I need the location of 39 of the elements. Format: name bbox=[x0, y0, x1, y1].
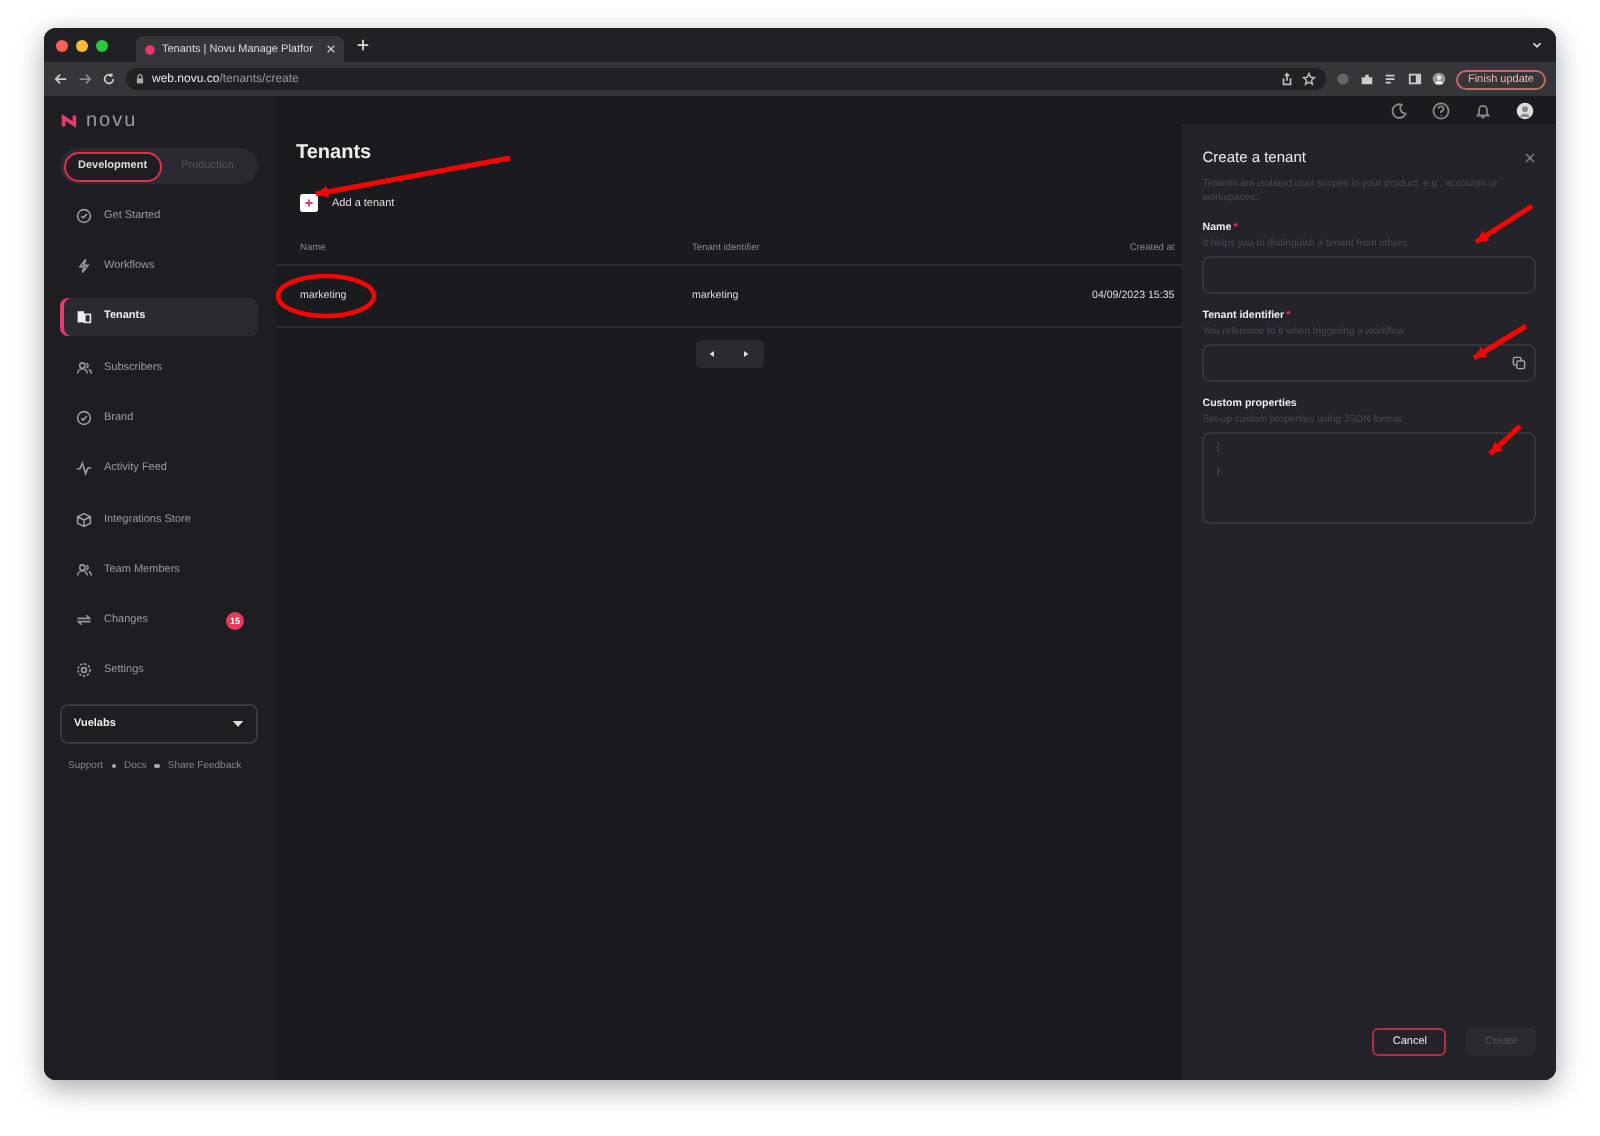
lock-icon bbox=[136, 74, 144, 84]
next-page-icon[interactable] bbox=[740, 348, 753, 360]
box-icon bbox=[76, 511, 92, 528]
bolt-icon bbox=[76, 258, 92, 275]
chevron-down-icon[interactable] bbox=[1530, 38, 1544, 52]
sidebar-icon[interactable] bbox=[1407, 72, 1422, 86]
separator-dot bbox=[154, 763, 160, 769]
users-icon bbox=[76, 561, 92, 578]
help-icon[interactable] bbox=[1432, 101, 1450, 119]
pulse-icon bbox=[76, 460, 92, 477]
building-icon bbox=[76, 308, 92, 325]
moon-icon[interactable] bbox=[1390, 101, 1408, 119]
gear-icon bbox=[76, 662, 92, 679]
check-icon bbox=[76, 207, 92, 224]
annotation-arrow bbox=[1472, 323, 1528, 361]
logo-text: novu bbox=[86, 109, 138, 131]
back-icon[interactable] bbox=[54, 72, 68, 86]
users-icon bbox=[76, 359, 92, 376]
caret-icon bbox=[232, 719, 244, 728]
annotation-arrow bbox=[1488, 424, 1522, 456]
separator-dot bbox=[111, 763, 117, 769]
swap-icon bbox=[76, 612, 92, 629]
plus-icon bbox=[300, 194, 318, 212]
reload-icon[interactable] bbox=[102, 72, 116, 86]
bell-icon[interactable] bbox=[1474, 101, 1492, 119]
copy-icon[interactable] bbox=[1512, 356, 1526, 370]
avatar-icon[interactable] bbox=[1431, 72, 1446, 86]
page-title: Tenants bbox=[296, 142, 374, 164]
avatar-icon[interactable] bbox=[1516, 101, 1534, 119]
close-icon[interactable] bbox=[1524, 151, 1536, 163]
close-icon[interactable] bbox=[326, 44, 336, 54]
new-tab-icon[interactable] bbox=[356, 38, 370, 52]
previous-page-icon[interactable] bbox=[706, 348, 719, 360]
annotation-arrow bbox=[1474, 203, 1534, 245]
forward-icon[interactable] bbox=[78, 72, 92, 86]
star-icon[interactable] bbox=[1301, 72, 1316, 86]
share-icon[interactable] bbox=[1279, 72, 1294, 86]
annotation-ellipse bbox=[275, 273, 377, 319]
identifier-input[interactable] bbox=[1202, 344, 1536, 382]
